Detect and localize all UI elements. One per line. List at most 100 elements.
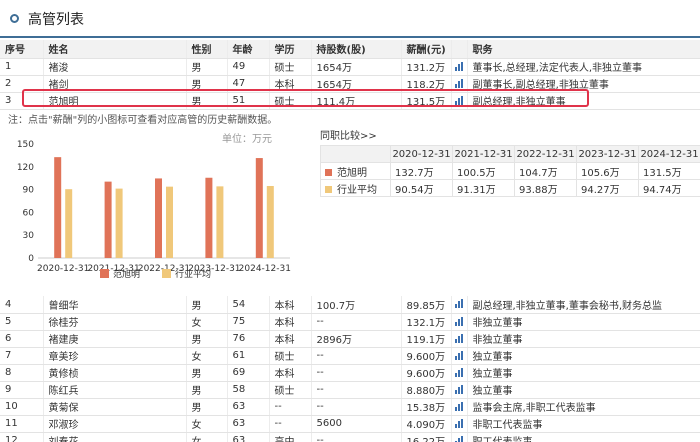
cell-age: 51: [227, 92, 270, 110]
legend-label: 行业平均: [175, 268, 211, 280]
cell-salary: 89.85万: [401, 296, 452, 314]
peer-value-cell: 94.27万: [576, 179, 639, 197]
cell-age: 58: [227, 381, 270, 399]
cell-chart-icon[interactable]: [451, 398, 468, 416]
cell-shares: 100.7万: [311, 296, 402, 314]
cell-index: 1: [0, 58, 44, 76]
table-header-row: 序号 姓名 性别 年龄 学历 持股数(股) 薪酬(元) 职务: [0, 40, 700, 59]
cell-name: 徐桂芬: [43, 313, 187, 331]
table-row: 7 章美珍女 61 硕士 -- 9.600万 独立董事: [0, 347, 700, 365]
cell-education: 硕士: [269, 381, 312, 399]
bar-industry-average: [115, 188, 123, 258]
table-row: 9 陈红兵男 58 硕士 -- 8.880万 独立董事: [0, 381, 700, 399]
executive-table-top: 序号 姓名 性别 年龄 学历 持股数(股) 薪酬(元) 职务 1 褚浚男 49 硕士 1…: [0, 40, 700, 110]
cell-gender: 男: [186, 92, 228, 110]
cell-chart-icon[interactable]: [451, 330, 468, 348]
cell-chart-icon[interactable]: [451, 364, 468, 382]
salary-history-icon[interactable]: [454, 367, 465, 377]
cell-age: 61: [227, 347, 270, 365]
cell-chart-icon[interactable]: [451, 92, 468, 110]
cell-gender: 男: [186, 296, 228, 314]
cell-education: 硕士: [269, 347, 312, 365]
cell-name: 章美珍: [43, 347, 187, 365]
salary-history-icon[interactable]: [454, 316, 465, 326]
peer-value-cell: 90.54万: [390, 179, 453, 197]
cell-gender: 男: [186, 398, 228, 416]
salary-history-icon[interactable]: [454, 333, 465, 343]
cell-chart-icon[interactable]: [451, 75, 468, 93]
table-row: 1 褚浚男 49 硕士 1654万 131.2万 董事长,总经理,法定代表人,非独立董事: [0, 58, 700, 76]
bar-industry-average: [266, 185, 274, 258]
peer-col-header: 2022-12-31: [514, 145, 577, 163]
cell-chart-icon[interactable]: [451, 58, 468, 76]
section-header: 高管列表: [0, 0, 700, 38]
peer-value-cell: 93.88万: [514, 179, 577, 197]
y-tick-label: 120: [17, 163, 34, 173]
table-row: 10 黄菊保男 63 -- -- 15.38万 监事会主席,非职工代表监事: [0, 398, 700, 416]
cell-chart-icon[interactable]: [451, 296, 468, 314]
y-tick-label: 60: [23, 208, 35, 218]
peer-value-cell: 100.5万: [452, 162, 515, 180]
cell-gender: 男: [186, 58, 228, 76]
cell-index: 5: [0, 313, 44, 331]
peer-row: 行业平均 90.54万 91.31万 93.88万 94.27万 94.74万: [320, 179, 700, 197]
cell-shares: --: [311, 381, 402, 399]
salary-history-icon[interactable]: [454, 350, 465, 360]
cell-position: 非职工代表监事: [467, 415, 700, 433]
cell-chart-icon[interactable]: [451, 313, 468, 331]
x-tick-label: 2020-12-31: [37, 264, 89, 274]
cell-position: 监事会主席,非职工代表监事: [467, 398, 700, 416]
cell-index: 12: [0, 432, 44, 442]
cell-name: 黄修桢: [43, 364, 187, 382]
cell-name: 褚剑: [43, 75, 187, 93]
cell-position: 独立董事: [467, 347, 700, 365]
salary-chart: 03060901201502020-12-312021-12-312022-12…: [0, 126, 300, 296]
cell-age: 69: [227, 364, 270, 382]
table-row: 2 褚剑男 47 本科 1654万 118.2万 副董事长,副总经理,非独立董事: [0, 75, 700, 93]
cell-position: 副总经理,非独立董事: [467, 92, 700, 110]
salary-history-icon[interactable]: [454, 95, 465, 105]
salary-history-icon[interactable]: [454, 61, 465, 71]
cell-salary: 119.1万: [401, 330, 452, 348]
cell-salary: 118.2万: [401, 75, 452, 93]
col-header-gender: 性别: [186, 40, 228, 59]
section-title: 高管列表: [28, 12, 84, 28]
salary-history-icon[interactable]: [454, 435, 465, 442]
cell-shares: 5600: [311, 415, 402, 433]
cell-chart-icon[interactable]: [451, 432, 468, 442]
salary-history-icon[interactable]: [454, 299, 465, 309]
chart-unit-label: 单位：万元: [222, 134, 272, 145]
cell-shares: 1654万: [311, 58, 402, 76]
salary-history-icon[interactable]: [454, 384, 465, 394]
y-tick-label: 90: [23, 186, 35, 196]
peer-value-cell: 105.6万: [576, 162, 639, 180]
cell-position: 副总经理,非独立董事,董事会秘书,财务总监: [467, 296, 700, 314]
cell-salary: 9.600万: [401, 347, 452, 365]
cell-gender: 男: [186, 75, 228, 93]
table-row: 11 邓淑珍女 63 -- 5600 4.090万 非职工代表监事: [0, 415, 700, 433]
cell-age: 63: [227, 398, 270, 416]
col-header-index: 序号: [0, 40, 44, 59]
peer-row-name: 范旭明: [337, 167, 367, 179]
salary-history-icon[interactable]: [454, 78, 465, 88]
peer-compare-link[interactable]: 同职比较>>: [320, 127, 377, 142]
cell-gender: 女: [186, 432, 228, 442]
cell-gender: 男: [186, 381, 228, 399]
cell-index: 7: [0, 347, 44, 365]
salary-history-icon[interactable]: [454, 418, 465, 428]
cell-education: 硕士: [269, 58, 312, 76]
col-header-education: 学历: [269, 40, 312, 59]
cell-position: 独立董事: [467, 364, 700, 382]
salary-history-icon[interactable]: [454, 401, 465, 411]
y-tick-label: 30: [23, 231, 35, 241]
cell-salary: 8.880万: [401, 381, 452, 399]
cell-education: 本科: [269, 313, 312, 331]
note-text: 注：点击"薪酬"列的小图标可查看对应高管的历史薪酬数据。: [8, 115, 278, 126]
cell-chart-icon[interactable]: [451, 381, 468, 399]
cell-chart-icon[interactable]: [451, 347, 468, 365]
cell-chart-icon[interactable]: [451, 415, 468, 433]
table-row: 6 褚建庚男 76 本科 2896万 119.1万 非独立董事: [0, 330, 700, 348]
cell-name: 范旭明: [43, 92, 187, 110]
col-header-salary: 薪酬(元): [401, 40, 452, 59]
cell-education: --: [269, 398, 312, 416]
